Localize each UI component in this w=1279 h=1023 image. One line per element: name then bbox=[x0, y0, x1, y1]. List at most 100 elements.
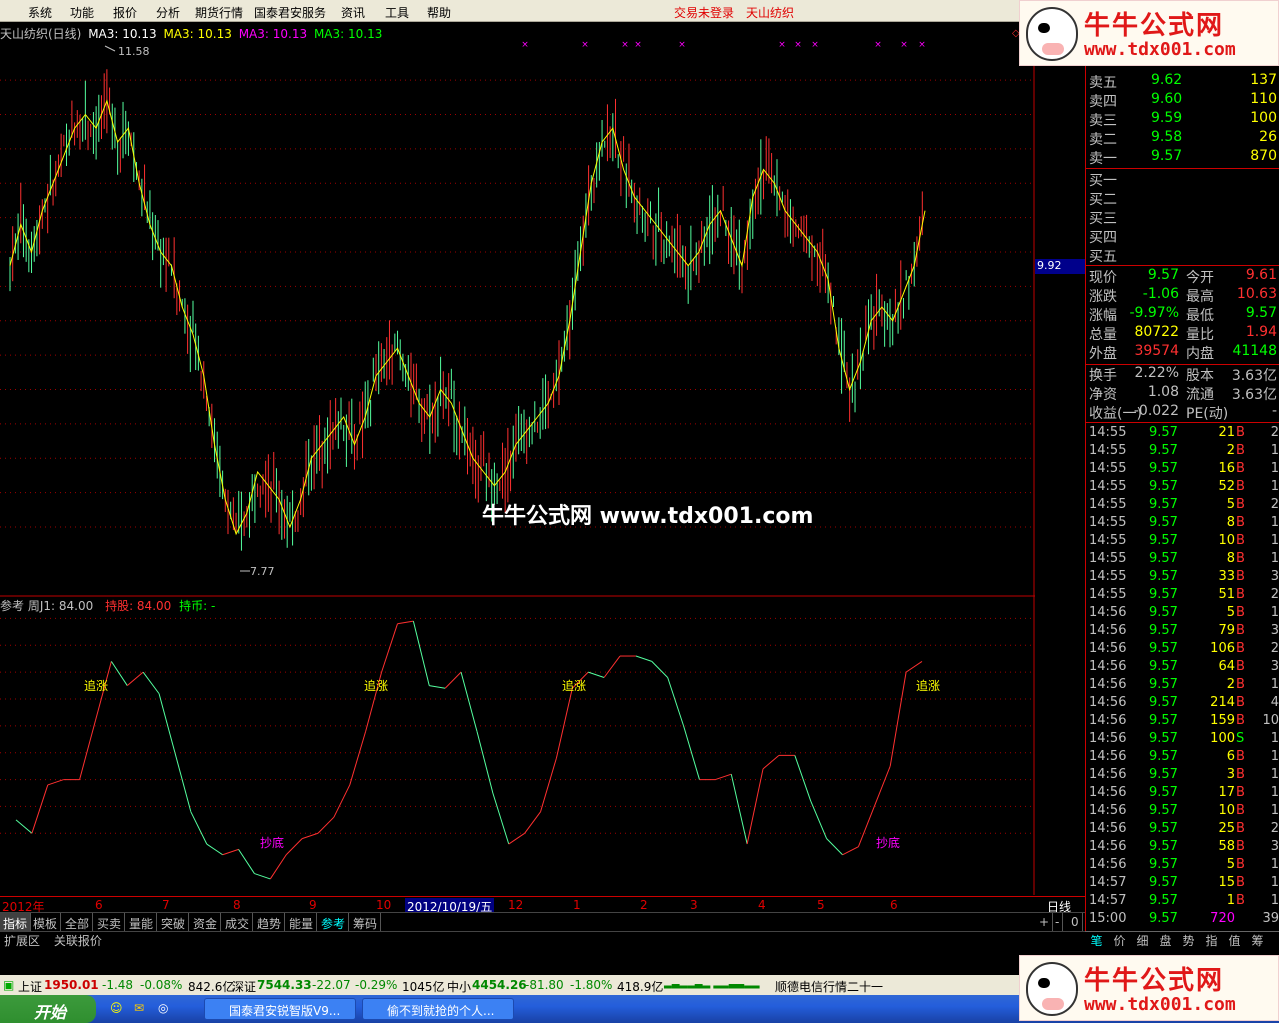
trade-time: 14:56 bbox=[1089, 641, 1127, 656]
sell-label: 卖二 bbox=[1089, 132, 1117, 148]
tab-template[interactable]: 模板 bbox=[30, 913, 62, 932]
quote-row: 总量 80722 量比 1.94 bbox=[1089, 324, 1279, 343]
date-label: 8 bbox=[233, 898, 241, 912]
tab-price[interactable]: 价 bbox=[1108, 932, 1131, 949]
date-label: 3 bbox=[690, 898, 698, 912]
event-marker[interactable]: × bbox=[581, 40, 589, 50]
event-marker[interactable]: × bbox=[621, 40, 629, 50]
extension-area-button[interactable]: 扩展区 bbox=[4, 934, 40, 948]
menu-item-help[interactable]: 帮助 bbox=[427, 4, 451, 21]
sell-label: 卖四 bbox=[1089, 94, 1117, 110]
tab-depth[interactable]: 盘 bbox=[1154, 932, 1177, 949]
quote-panel: 卖五 9.62 137 卖四 9.60 110 卖三 9.59 100 卖二 9.58 26 卖一 9.5… bbox=[1085, 22, 1279, 949]
taskbar-app-2[interactable]: 偷不到就抢的个人... bbox=[362, 998, 514, 1020]
tab-detail[interactable]: 细 bbox=[1131, 932, 1154, 949]
menu-item-service[interactable]: 国泰君安服务 bbox=[254, 4, 326, 21]
menu-item-system[interactable]: 系统 bbox=[28, 4, 52, 21]
menu-item-futures[interactable]: 期货行情 bbox=[195, 4, 243, 21]
trade-time: 14:56 bbox=[1089, 785, 1127, 800]
tab-reference[interactable]: 参考 bbox=[318, 913, 350, 932]
buy-level-1[interactable]: 买一 bbox=[1089, 170, 1117, 189]
buy-level-4[interactable]: 买四 bbox=[1089, 227, 1117, 246]
start-button[interactable]: 开始 bbox=[0, 995, 96, 1023]
event-marker[interactable]: × bbox=[778, 40, 786, 50]
event-marker[interactable]: × bbox=[678, 40, 686, 50]
trade-row: 14:55 9.57 8 B 1 bbox=[1089, 515, 1279, 533]
quote-label: 今开 bbox=[1186, 270, 1214, 286]
trade-volume: 15 bbox=[1218, 875, 1235, 890]
tab-volume[interactable]: 量能 bbox=[126, 913, 158, 932]
taskbar-app-1[interactable]: 国泰君安锐智版V9... bbox=[204, 998, 356, 1020]
tab-energy[interactable]: 能量 bbox=[286, 913, 318, 932]
event-marker[interactable]: × bbox=[521, 40, 529, 50]
trade-volume: 5 bbox=[1226, 605, 1235, 620]
buy-level-5[interactable]: 买五 bbox=[1089, 246, 1117, 265]
sell-volume: 137 bbox=[1250, 72, 1277, 88]
quote-label: 流通 bbox=[1186, 387, 1214, 403]
trade-side: B bbox=[1236, 821, 1245, 836]
buy-label: 买二 bbox=[1089, 192, 1117, 208]
sell-level-1[interactable]: 卖一 9.57 870 bbox=[1089, 148, 1279, 167]
trade-count: 1 bbox=[1270, 857, 1279, 872]
sell-level-4[interactable]: 卖四 9.60 110 bbox=[1089, 91, 1279, 110]
tab-all[interactable]: 全部 bbox=[62, 913, 94, 932]
tab-trend[interactable]: 趋势 bbox=[254, 913, 286, 932]
tab-indicator[interactable]: 指标 bbox=[0, 913, 32, 932]
trade-row: 14:56 9.57 159 B 10 bbox=[1089, 713, 1279, 731]
trade-time: 14:56 bbox=[1089, 731, 1127, 746]
tab-buysell[interactable]: 买卖 bbox=[94, 913, 126, 932]
trade-row: 15:00 9.57 720 39 bbox=[1089, 911, 1279, 929]
menu-item-info[interactable]: 资讯 bbox=[341, 4, 365, 21]
zoom-out-button[interactable]: - bbox=[1052, 913, 1064, 932]
trade-time: 14:56 bbox=[1089, 659, 1127, 674]
sell-price: 9.62 bbox=[1151, 72, 1183, 88]
trade-row: 14:56 9.57 106 B 2 bbox=[1089, 641, 1279, 659]
tab-value[interactable]: 值 bbox=[1223, 932, 1246, 949]
trade-count: 1 bbox=[1270, 785, 1279, 800]
current-price-marker: 9.92 bbox=[1035, 259, 1085, 274]
quicklaunch-icon[interactable]: ☺ bbox=[110, 1001, 123, 1015]
tab-index[interactable]: 指 bbox=[1200, 932, 1223, 949]
menu-item-tools[interactable]: 工具 bbox=[385, 4, 409, 21]
cow-logo-icon bbox=[1026, 962, 1078, 1016]
tab-trend-r[interactable]: 势 bbox=[1177, 932, 1200, 949]
event-marker[interactable]: × bbox=[794, 40, 802, 50]
zoom-in-button[interactable]: + bbox=[1036, 913, 1054, 932]
quicklaunch-icon[interactable]: ◎ bbox=[158, 1001, 168, 1015]
reset-button[interactable]: 0 bbox=[1068, 913, 1083, 932]
trade-time: 14:56 bbox=[1089, 803, 1127, 818]
trade-price: 9.57 bbox=[1149, 641, 1178, 656]
event-marker[interactable]: × bbox=[811, 40, 819, 50]
event-marker[interactable]: × bbox=[634, 40, 642, 50]
event-marker[interactable]: × bbox=[918, 40, 926, 50]
buy-level-2[interactable]: 买二 bbox=[1089, 189, 1117, 208]
tab-chips[interactable]: 筹码 bbox=[350, 913, 382, 932]
event-marker[interactable]: × bbox=[900, 40, 908, 50]
date-label: 5 bbox=[817, 898, 825, 912]
tab-deal[interactable]: 成交 bbox=[222, 913, 254, 932]
buy-level-3[interactable]: 买三 bbox=[1089, 208, 1117, 227]
tab-ticks[interactable]: 笔 bbox=[1085, 932, 1108, 949]
buy-label: 买一 bbox=[1089, 173, 1117, 189]
tab-capital[interactable]: 资金 bbox=[190, 913, 222, 932]
trade-volume: 2 bbox=[1226, 677, 1235, 692]
sell-level-3[interactable]: 卖三 9.59 100 bbox=[1089, 110, 1279, 129]
quote-value: 41148 bbox=[1232, 343, 1277, 359]
sell-level-5[interactable]: 卖五 9.62 137 bbox=[1089, 72, 1279, 91]
tab-chips-r[interactable]: 筹 bbox=[1246, 932, 1269, 949]
ma-value-1: MA3: 10.13 bbox=[88, 27, 157, 41]
indicator-cash: 持币: - bbox=[179, 599, 216, 613]
indicator-chart[interactable]: 1009080706050403020 追涨追涨追涨追涨抄底抄底 bbox=[0, 597, 1035, 895]
menu-item-analysis[interactable]: 分析 bbox=[156, 4, 180, 21]
news-ticker[interactable]: 顺德电信行情二十一 bbox=[775, 978, 883, 995]
quicklaunch-icon[interactable]: ✉ bbox=[134, 1001, 144, 1015]
trade-login-status[interactable]: 交易未登录 bbox=[674, 4, 734, 21]
trade-volume: 1 bbox=[1226, 893, 1235, 908]
menu-item-quote[interactable]: 报价 bbox=[113, 4, 137, 21]
trade-row: 14:55 9.57 10 B 1 bbox=[1089, 533, 1279, 551]
related-quote-button[interactable]: 关联报价 bbox=[54, 934, 102, 948]
menu-item-function[interactable]: 功能 bbox=[70, 4, 94, 21]
event-marker[interactable]: × bbox=[874, 40, 882, 50]
tab-breakout[interactable]: 突破 bbox=[158, 913, 190, 932]
sell-level-2[interactable]: 卖二 9.58 26 bbox=[1089, 129, 1279, 148]
